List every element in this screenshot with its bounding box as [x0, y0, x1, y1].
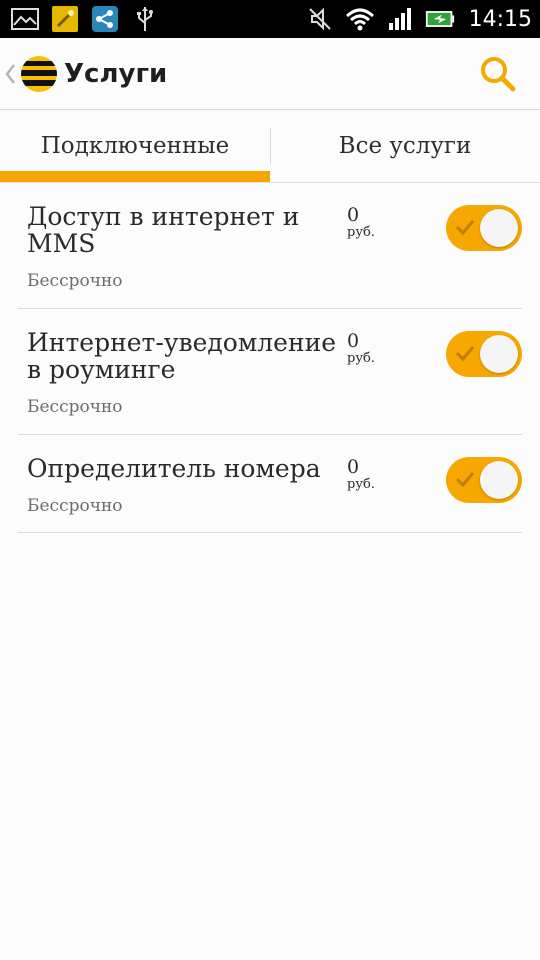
action-bar: Услуги — [0, 38, 540, 110]
toggle-knob — [480, 461, 518, 499]
check-icon — [455, 346, 475, 362]
share-icon — [90, 5, 120, 33]
clock: 14:15 — [468, 6, 532, 32]
back-chevron-icon[interactable] — [4, 59, 18, 89]
status-bar-right: 14:15 — [305, 5, 532, 33]
service-term: Бессрочно — [27, 397, 123, 417]
signal-icon — [385, 5, 415, 33]
price-unit: руб. — [347, 477, 375, 492]
service-term: Бессрочно — [27, 496, 123, 516]
service-name: Определитель номера — [27, 454, 321, 483]
check-icon — [455, 472, 475, 488]
tab-bar: Подключенные Все услуги — [0, 110, 540, 183]
status-bar-left — [10, 5, 160, 33]
service-item[interactable]: Определитель номера Бессрочно 0 руб. — [18, 435, 522, 533]
price-value: 0 — [347, 204, 360, 226]
beeline-logo-icon[interactable] — [20, 55, 58, 93]
service-price: 0 руб. — [347, 203, 437, 240]
service-toggle[interactable] — [446, 205, 522, 251]
tab-divider — [270, 128, 271, 164]
page-title: Услуги — [64, 58, 168, 89]
battery-charging-icon — [425, 5, 455, 33]
toggle-knob — [480, 209, 518, 247]
wifi-icon — [345, 5, 375, 33]
price-value: 0 — [347, 456, 360, 478]
check-icon — [455, 220, 475, 236]
tab-all-services[interactable]: Все услуги — [270, 110, 540, 182]
service-name: Доступ в интернет и MMS — [27, 202, 300, 258]
price-unit: руб. — [347, 351, 375, 366]
usb-icon — [130, 5, 160, 33]
mute-icon — [305, 5, 335, 33]
service-item[interactable]: Доступ в интернет и MMS Бессрочно 0 руб. — [18, 183, 522, 309]
service-toggle[interactable] — [446, 331, 522, 377]
gallery-icon — [10, 5, 40, 33]
price-unit: руб. — [347, 225, 375, 240]
status-bar: 14:15 — [0, 0, 540, 38]
service-term: Бессрочно — [27, 271, 123, 291]
service-item[interactable]: Интернет-уведомление в роуминге Бессрочн… — [18, 309, 522, 435]
search-icon[interactable] — [476, 52, 520, 96]
tab-connected[interactable]: Подключенные — [0, 110, 270, 182]
app-notification-icon — [50, 5, 80, 33]
service-price: 0 руб. — [347, 329, 437, 366]
service-price: 0 руб. — [347, 455, 437, 492]
price-value: 0 — [347, 330, 360, 352]
services-list: Доступ в интернет и MMS Бессрочно 0 руб.… — [0, 183, 540, 533]
toggle-knob — [480, 335, 518, 373]
service-name: Интернет-уведомление в роуминге — [27, 328, 337, 384]
service-toggle[interactable] — [446, 457, 522, 503]
